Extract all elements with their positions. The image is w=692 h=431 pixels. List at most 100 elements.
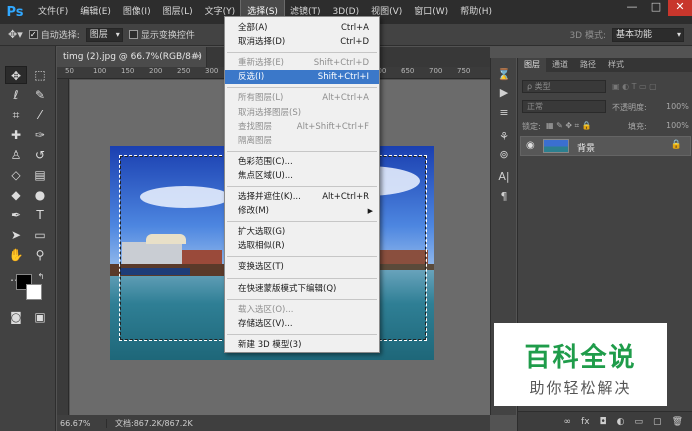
show-transform-checkbox[interactable] xyxy=(128,30,138,39)
panel-tab[interactable]: 样式 xyxy=(602,58,630,72)
select-menu-item-label: 变换选区(T) xyxy=(238,262,284,273)
layer-kind-filter[interactable]: ρ 类型 xyxy=(522,80,606,93)
menu-item[interactable]: 窗口(W) xyxy=(408,0,454,24)
hand-tool-icon[interactable]: ✋ xyxy=(5,246,27,264)
layers-footer-icon[interactable]: ▢ xyxy=(653,417,662,427)
healing-brush-tool-icon[interactable]: ✚ xyxy=(5,126,27,144)
select-menu-item[interactable]: 选择并遮住(K)... Alt+Ctrl+R xyxy=(225,190,379,204)
eraser-tool-icon[interactable]: ◇ xyxy=(5,166,27,184)
layers-footer-icon[interactable]: ▭ xyxy=(635,417,644,427)
layers-footer-icon[interactable]: 🗑 xyxy=(672,417,683,427)
auto-select-dropdown[interactable]: 图层 xyxy=(85,27,123,42)
panel-tab[interactable]: 图层 xyxy=(518,58,546,72)
quick-mask-icon[interactable]: ◙ xyxy=(5,308,27,326)
close-document-icon[interactable]: × xyxy=(194,47,202,67)
select-menu-item[interactable]: 焦点区域(U)... xyxy=(225,169,379,183)
menu-item[interactable]: 文件(F) xyxy=(32,0,74,24)
background-color-swatch[interactable] xyxy=(26,284,42,300)
lock-icons[interactable]: ▦ ✎ ✥ ⌗ 🔒 xyxy=(546,121,592,131)
clone-stamp-tool-icon[interactable]: ♙ xyxy=(5,146,27,164)
select-menu-item[interactable]: 重新选择(E) Shift+Ctrl+D xyxy=(225,56,379,70)
move-tool-icon[interactable]: ✥ xyxy=(5,66,27,84)
document-tab[interactable]: timg (2).jpg @ 66.7%(RGB/8#) × xyxy=(57,47,207,67)
select-menu-item[interactable]: 所有图层(L) Alt+Ctrl+A xyxy=(225,91,379,105)
menu-item[interactable]: 图层(L) xyxy=(157,0,199,24)
type-tool-icon[interactable]: T xyxy=(29,206,51,224)
magic-wand-tool-icon[interactable]: ✎ xyxy=(29,86,51,104)
select-menu-item[interactable]: 扩大选取(G) xyxy=(225,225,379,239)
pen-tool-icon[interactable]: ✒ xyxy=(5,206,27,224)
menu-item[interactable]: 图像(I) xyxy=(117,0,157,24)
select-menu-item[interactable]: 取消选择图层(S) xyxy=(225,106,379,120)
show-transform-option[interactable]: 显示变换控件 xyxy=(128,28,195,41)
select-menu-item[interactable]: 隔离图层 xyxy=(225,134,379,148)
select-menu-item-label: 在快速蒙版模式下编辑(Q) xyxy=(238,283,337,294)
visibility-eye-icon[interactable]: ◉ xyxy=(526,140,535,151)
brush-tool-icon[interactable]: ✑ xyxy=(29,126,51,144)
brush-panel-icon[interactable]: ⚘ xyxy=(494,128,514,146)
select-menu-item[interactable]: 修改(M) ▶ xyxy=(225,204,379,218)
filter-icons[interactable]: ▣ ◐ T ▭ ▢ xyxy=(612,82,657,91)
select-menu-item-shortcut: Shift+Ctrl+D xyxy=(313,58,369,69)
paragraph-panel-icon[interactable]: ¶ xyxy=(494,188,514,206)
layers-footer-icon[interactable]: ∞ xyxy=(564,417,572,427)
path-selection-tool-icon[interactable]: ➤ xyxy=(5,226,27,244)
panel-tab[interactable]: 路径 xyxy=(574,58,602,72)
lasso-tool-icon[interactable]: ℓ xyxy=(5,86,27,104)
select-menu-item[interactable]: 载入选区(O)... xyxy=(225,303,379,317)
panel-tab[interactable]: 通道 xyxy=(546,58,574,72)
zoom-tool-icon[interactable]: ⚲ xyxy=(29,246,51,264)
fill-label: 填充: xyxy=(628,122,647,131)
select-menu-item[interactable]: 存储选区(V)... xyxy=(225,317,379,331)
select-menu-item[interactable]: 查找图层 Alt+Shift+Ctrl+F xyxy=(225,120,379,134)
menu-item[interactable]: 编辑(E) xyxy=(74,0,117,24)
history-brush-tool-icon[interactable]: ↺ xyxy=(29,146,51,164)
layer-thumbnail xyxy=(543,139,569,153)
select-menu-item-label: 扩大选取(G) xyxy=(238,227,286,238)
auto-select-label: 自动选择: xyxy=(40,31,80,41)
history-panel-icon[interactable]: ⌛ xyxy=(494,66,514,84)
select-menu-item[interactable]: 新建 3D 模型(3) xyxy=(225,338,379,352)
close-button[interactable]: ✕ xyxy=(668,0,692,16)
menu-item[interactable]: 帮助(H) xyxy=(454,0,498,24)
select-menu-item[interactable]: 在快速蒙版模式下编辑(Q) xyxy=(225,282,379,296)
select-menu-item[interactable]: 选取相似(R) xyxy=(225,239,379,253)
properties-panel-icon[interactable]: ≡ xyxy=(494,104,514,122)
layers-footer-icon[interactable]: ◘ xyxy=(600,417,607,427)
select-menu-item-label: 重新选择(E) xyxy=(238,58,285,69)
auto-select-option[interactable]: ✓ 自动选择: xyxy=(28,28,80,41)
blend-mode-dropdown[interactable]: 正常 xyxy=(522,100,606,113)
actions-panel-icon[interactable]: ▶ xyxy=(494,84,514,102)
select-menu-item[interactable]: 变换选区(T) xyxy=(225,260,379,274)
eyedropper-tool-icon[interactable]: ⁄ xyxy=(29,106,51,124)
opacity-value[interactable]: 100% xyxy=(666,102,689,111)
auto-select-checkbox[interactable]: ✓ xyxy=(28,30,38,39)
marquee-tool-icon[interactable]: ⬚ xyxy=(29,66,51,84)
clone-source-panel-icon[interactable]: ⊚ xyxy=(494,146,514,164)
layers-footer-icon[interactable]: fx xyxy=(581,417,590,427)
select-menu-item-label: 查找图层 xyxy=(238,121,273,132)
fill-value[interactable]: 100% xyxy=(666,121,689,130)
dodge-tool-icon[interactable]: ● xyxy=(29,186,51,204)
select-menu-item[interactable]: 取消选择(D) Ctrl+D xyxy=(225,35,379,49)
maximize-button[interactable]: □ xyxy=(644,0,668,16)
layer-row-background[interactable]: ◉ 背景 🔒 xyxy=(520,136,691,156)
screen-mode-icon[interactable]: ▣ xyxy=(29,308,51,326)
blur-tool-icon[interactable]: ◆ xyxy=(5,186,27,204)
move-tool-icon[interactable]: ✥▾ xyxy=(8,28,23,41)
zoom-level[interactable]: 66.67% xyxy=(57,418,107,428)
select-menu-item[interactable]: 色彩范围(C)... xyxy=(225,155,379,169)
select-menu-item[interactable]: 反选(I) Shift+Ctrl+I xyxy=(225,70,379,85)
menu-separator xyxy=(227,52,377,54)
crop-tool-icon[interactable]: ⌗ xyxy=(5,106,27,124)
workspace-dropdown[interactable]: 基本功能 xyxy=(612,28,684,42)
shape-tool-icon[interactable]: ▭ xyxy=(29,226,51,244)
select-menu-item[interactable]: 全部(A) Ctrl+A xyxy=(225,21,379,35)
layer-name[interactable]: 背景 xyxy=(577,141,595,154)
gradient-tool-icon[interactable]: ▤ xyxy=(29,166,51,184)
layers-footer-icon[interactable]: ◐ xyxy=(617,417,625,427)
swap-colors-icon[interactable]: ↰ xyxy=(30,268,52,286)
select-menu-item-label: 选取相似(R) xyxy=(238,241,285,252)
minimize-button[interactable]: — xyxy=(620,0,644,16)
character-panel-icon[interactable]: A| xyxy=(494,168,514,186)
